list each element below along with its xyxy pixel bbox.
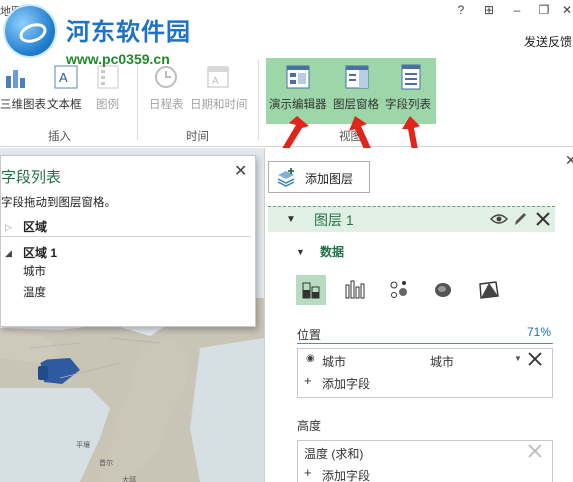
- send-feedback-link[interactable]: 发送反馈: [524, 33, 572, 50]
- add-layer-label: 添加图层: [305, 172, 354, 186]
- field-list-close-button[interactable]: ✕: [234, 161, 247, 181]
- edit-pencil-icon[interactable]: [513, 211, 527, 227]
- insert-group-label: 插入: [48, 131, 71, 143]
- location-add-field-label[interactable]: 添加字段: [322, 375, 370, 392]
- map-label-seoul: 首尔: [99, 460, 113, 467]
- add-field-plus-icon[interactable]: +: [304, 373, 312, 388]
- tour-editor-button[interactable]: 演示编辑器: [269, 96, 327, 112]
- layer-pane-icon: [345, 65, 369, 89]
- heat-map-icon[interactable]: [428, 275, 458, 305]
- data-collapse-icon[interactable]: ▼: [296, 247, 305, 257]
- eye-icon[interactable]: [490, 212, 508, 226]
- data-section-label[interactable]: 数据: [320, 243, 344, 260]
- location-progress-line: [297, 343, 553, 344]
- field-list-button[interactable]: 字段列表: [385, 96, 431, 112]
- height-add-field-label[interactable]: 添加字段: [322, 467, 370, 482]
- map-label-daegu: 大邱: [122, 477, 136, 482]
- layer-header[interactable]: ▼ 图层 1: [268, 206, 555, 232]
- tour-editor-icon: [286, 65, 310, 89]
- location-field-row[interactable]: ◉ 城市 城市 ▼: [298, 349, 552, 371]
- height-field-name: 温度 (求和): [304, 447, 364, 461]
- watermark-name: 河东软件园: [66, 18, 191, 46]
- field-section-header[interactable]: 区域: [23, 218, 47, 235]
- date-time-button[interactable]: 日期和时间: [190, 96, 248, 112]
- 3d-chart-button[interactable]: 三维图表: [0, 96, 46, 112]
- help-button[interactable]: ?: [452, 3, 470, 17]
- field-item-city[interactable]: 城市: [23, 263, 46, 279]
- time-group-label: 时间: [186, 131, 209, 143]
- watermark-url: www.pc0359.cn: [66, 51, 170, 67]
- legend-button[interactable]: 图例: [96, 96, 119, 112]
- location-field-box: ◉ 城市 城市 ▼ + 添加字段: [297, 348, 553, 398]
- field-list-divider: [1, 236, 251, 237]
- minimize-button[interactable]: –: [508, 3, 526, 17]
- field-list-hint: 字段拖动到图层窗格。: [1, 197, 116, 209]
- height-field-box: 温度 (求和) + 添加字段: [297, 440, 553, 482]
- text-box-button[interactable]: 文本框: [47, 96, 82, 112]
- map-label-pyongyang: 平壤: [76, 442, 90, 449]
- field-item-temperature[interactable]: 温度: [23, 284, 46, 300]
- remove-height-field-icon[interactable]: [528, 444, 542, 458]
- watermark: 河东软件园 www.pc0359.cn: [0, 4, 240, 70]
- expand-triangle-icon[interactable]: ▷: [5, 222, 12, 233]
- field-region-item[interactable]: 区域 1: [23, 244, 57, 261]
- location-field-name: 城市: [322, 355, 347, 369]
- layer-collapse-icon[interactable]: ▼: [286, 214, 296, 225]
- layer-pane-close-button[interactable]: ✕: [565, 152, 573, 169]
- field-list-title: 字段列表: [1, 169, 62, 186]
- stacked-column-icon[interactable]: [296, 275, 326, 305]
- layer-name[interactable]: 图层 1: [314, 210, 354, 230]
- layer-pane-button[interactable]: 图层窗格: [333, 96, 379, 112]
- clustered-column-icon[interactable]: [340, 275, 370, 305]
- remove-field-icon[interactable]: [528, 352, 542, 366]
- ribbon-separator: [258, 60, 259, 140]
- timeline-button[interactable]: 日程表: [149, 96, 184, 112]
- location-add-field-row[interactable]: + 添加字段: [298, 371, 552, 393]
- svg-text:A: A: [212, 76, 219, 87]
- svg-text:A: A: [59, 70, 68, 85]
- ribbon-display-button[interactable]: ⊞: [480, 3, 498, 17]
- field-list-panel: 字段列表 字段拖动到图层窗格。 ✕ ▷ 区域 ◢ 区域 1 城市 温度: [0, 155, 256, 327]
- location-field-type[interactable]: 城市: [430, 353, 454, 370]
- maximize-button[interactable]: ❐: [535, 3, 553, 17]
- location-radio-icon[interactable]: ◉: [306, 353, 315, 364]
- add-layer-icon: [277, 168, 295, 187]
- bubble-icon[interactable]: [384, 275, 414, 305]
- location-label: 位置: [297, 328, 322, 342]
- height-field-row[interactable]: 温度 (求和): [298, 441, 552, 463]
- close-window-button[interactable]: ✕: [558, 3, 573, 17]
- delete-layer-icon[interactable]: [535, 211, 551, 227]
- region-icon[interactable]: [474, 275, 504, 305]
- height-add-field-plus-icon[interactable]: +: [304, 465, 312, 480]
- watermark-logo-icon: [5, 6, 55, 56]
- height-add-field-row[interactable]: + 添加字段: [298, 463, 552, 482]
- add-layer-button[interactable]: 添加图层: [268, 161, 370, 193]
- dropdown-arrow-icon[interactable]: ▼: [514, 354, 522, 363]
- height-label: 高度: [297, 419, 322, 433]
- ribbon-separator: [137, 60, 138, 140]
- collapse-triangle-icon[interactable]: ◢: [5, 248, 12, 259]
- field-list-icon: [401, 64, 421, 90]
- location-percent[interactable]: 71%: [527, 325, 551, 339]
- power-map-window: 地图 ? ⊞ – ❐ ✕ A 三维图表 文本框 图例 插入 A 日程表 日期和时…: [0, 0, 573, 482]
